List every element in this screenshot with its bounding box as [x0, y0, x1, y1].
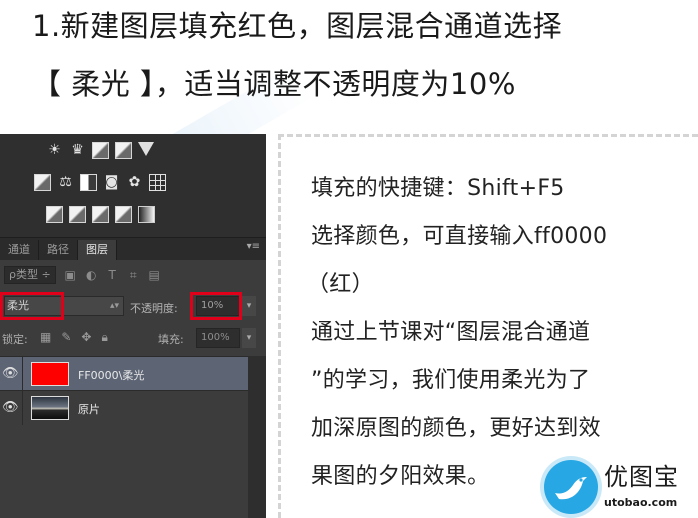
tab-paths[interactable]: 路径: [39, 240, 78, 260]
opacity-dropdown-icon[interactable]: ▾: [242, 296, 256, 316]
blend-row: 柔光 ▴▾ 不透明度: 10% ▾: [0, 292, 266, 320]
blend-mode-highlight: [0, 292, 64, 320]
gradient-map-icon[interactable]: [138, 206, 155, 223]
layer-row-red-fill[interactable]: 👁︎ FF0000\柔光: [0, 356, 248, 391]
layer-filter-row: ρ类型 ÷ ▣ ◐ T ⌗ ▤: [0, 262, 266, 288]
channel-mixer-icon[interactable]: ✿: [126, 174, 143, 191]
vibrance-icon[interactable]: [138, 142, 154, 156]
note-line: 填充的快捷键：Shift+F5: [311, 176, 565, 201]
visibility-eye-icon[interactable]: 👁︎: [2, 400, 19, 415]
lock-position-icon[interactable]: ✥: [81, 330, 91, 345]
adjustments-panel: ☀ ♛ ⚖ ◙ ✿: [0, 134, 266, 238]
color-balance-icon[interactable]: ⚖: [57, 174, 74, 191]
layers-list: 👁︎ FF0000\柔光 👁︎ 原片: [0, 356, 248, 425]
tab-layers[interactable]: 图层: [78, 240, 117, 260]
lock-row: 锁定: ▦ ✎ ✥ 🔒︎ 填充: 100% ▾: [0, 326, 266, 350]
note-line: 加深原图的颜色，更好达到效: [311, 416, 601, 441]
hue-saturation-icon[interactable]: [34, 174, 51, 191]
logo-url: utobao.com: [604, 496, 678, 509]
shape-filter-icon[interactable]: ⌗: [127, 268, 140, 282]
panel-menu-icon[interactable]: ▾≡: [247, 241, 260, 252]
smart-object-filter-icon[interactable]: ▤: [148, 268, 161, 282]
exposure-icon[interactable]: [115, 142, 132, 159]
posterize-icon[interactable]: [69, 206, 86, 223]
threshold-icon[interactable]: [92, 206, 109, 223]
instruction-heading-line1: 1.新建图层填充红色，图层混合通道选择: [32, 9, 563, 43]
utobao-logo: 优图宝 utobao.com: [540, 458, 698, 518]
black-white-icon[interactable]: [80, 174, 97, 191]
opacity-label: 不透明度:: [130, 302, 178, 315]
photo-filter-icon[interactable]: ◙: [103, 174, 120, 191]
adjustment-filter-icon[interactable]: ◐: [85, 268, 98, 282]
fill-dropdown-icon[interactable]: ▾: [242, 328, 256, 348]
invert-icon[interactable]: [46, 206, 63, 223]
logo-name: 优图宝: [604, 463, 679, 491]
lock-icons: ▦ ✎ ✥ 🔒︎: [40, 330, 108, 345]
fill-input[interactable]: 100%: [196, 328, 240, 348]
note-line: 果图的夕阳效果。: [311, 464, 490, 489]
type-filter-icon[interactable]: T: [106, 268, 119, 282]
note-line: （红）: [307, 272, 374, 297]
fill-label: 填充:: [158, 333, 184, 346]
note-line: 通过上节课对“图层混合通道: [311, 320, 591, 345]
pixel-filter-icon[interactable]: ▣: [64, 268, 77, 282]
curves-icon[interactable]: [92, 142, 109, 159]
color-lookup-icon[interactable]: [149, 174, 166, 191]
brightness-icon[interactable]: ☀: [46, 142, 63, 159]
lock-label: 锁定:: [2, 333, 28, 346]
layers-scrollbar[interactable]: [248, 356, 266, 518]
levels-icon[interactable]: ♛: [69, 142, 86, 159]
filter-kind-select[interactable]: ρ类型 ÷: [4, 266, 56, 284]
visibility-eye-icon[interactable]: 👁︎: [2, 366, 19, 381]
tab-channels[interactable]: 通道: [0, 240, 39, 260]
selective-color-icon[interactable]: [115, 206, 132, 223]
layer-thumbnail: [31, 362, 69, 386]
panel-tabs: 通道 路径 图层: [0, 238, 266, 260]
bird-logo-icon: [544, 460, 598, 514]
note-line: ”的学习，我们使用柔光为了: [311, 368, 591, 393]
layer-name: FF0000\柔光: [78, 369, 145, 382]
layer-thumbnail: [31, 396, 69, 420]
layer-row-original[interactable]: 👁︎ 原片: [0, 390, 248, 425]
note-line: 选择颜色，可直接输入ff0000: [311, 224, 608, 249]
layer-name: 原片: [78, 403, 100, 416]
lock-image-icon[interactable]: ✎: [61, 330, 71, 345]
blend-mode-caret-icon: ▴▾: [109, 301, 119, 311]
photoshop-layers-panel: ☀ ♛ ⚖ ◙ ✿ 通道 路径 图层 ▾≡ ρ类型 ÷ ▣ ◐ T ⌗ ▤ 柔光…: [0, 134, 266, 518]
opacity-highlight: [190, 292, 242, 320]
lock-all-icon[interactable]: 🔒︎: [101, 330, 107, 345]
lock-transparency-icon[interactable]: ▦: [40, 330, 51, 345]
instruction-heading-line2: 【 柔光 】，适当调整不透明度为10%: [32, 67, 516, 101]
